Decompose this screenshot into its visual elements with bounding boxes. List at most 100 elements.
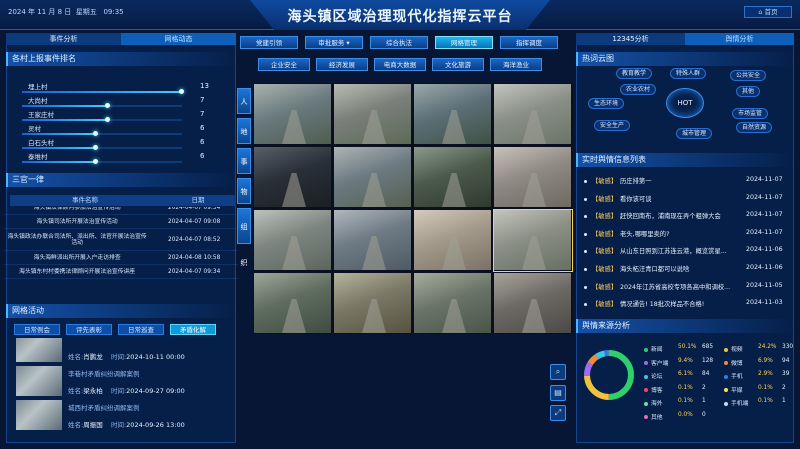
- table-row[interactable]: 海头海鲜派出所开展入户走访排查 2024-04-08 10:58: [4, 251, 238, 265]
- expand-icon[interactable]: ⤢: [550, 405, 566, 421]
- legend-item: 新闻 50.1% 685: [644, 344, 724, 353]
- hot-word-tag[interactable]: 自然资源: [736, 122, 773, 133]
- camera-feed[interactable]: [333, 272, 412, 334]
- side-tab[interactable]: 物: [237, 178, 251, 204]
- hot-word-tag[interactable]: 生态环境: [588, 98, 625, 109]
- ranking-value: 7: [200, 110, 205, 118]
- tab-event-analysis[interactable]: 事件分析: [6, 33, 121, 45]
- side-tab[interactable]: 组织: [237, 208, 251, 267]
- nav-label: 审批服务: [318, 39, 345, 47]
- camera-feed[interactable]: [253, 83, 332, 145]
- nav-button[interactable]: 综合执法: [370, 36, 428, 49]
- legend-name: 论坛: [651, 374, 663, 380]
- legend-dot: [724, 374, 728, 379]
- ranking-row[interactable]: 王家庄村 7: [6, 110, 236, 124]
- nav-label: 综合执法: [386, 39, 412, 47]
- nav-button[interactable]: 审批服务 ▾: [305, 36, 363, 49]
- road-shape: [282, 173, 306, 207]
- legend-pct: 50.1%: [678, 344, 697, 350]
- activity-filter-button[interactable]: 日常例会: [14, 324, 60, 335]
- camera-feed[interactable]: [413, 272, 492, 334]
- camera-feed[interactable]: [333, 209, 412, 271]
- camera-feed[interactable]: [493, 146, 572, 208]
- grid-activity-list[interactable]: 姓名:肖鹏龙 时间:2024-10-11 00:00 李巷村矛盾纠纷调解案例 姓名:…: [6, 338, 236, 438]
- hot-word-tag[interactable]: 特殊人群: [670, 68, 707, 79]
- news-item[interactable]: 【敏感】 历庄排第一 2024-11-07: [584, 176, 784, 188]
- event-date: 2024-04-08 10:58: [168, 254, 221, 261]
- camera-feed[interactable]: [253, 209, 332, 271]
- activity-filter-button[interactable]: 矛盾化解: [170, 324, 216, 335]
- road-shape: [362, 110, 386, 144]
- news-item[interactable]: 【敏感】 看你该可谈 2024-11-07: [584, 194, 784, 206]
- legend-name: 手机: [731, 374, 743, 380]
- ranking-row[interactable]: 泰堆村 6: [6, 152, 236, 166]
- tab-grid-dynamics[interactable]: 网格动态: [121, 33, 236, 45]
- nav-button[interactable]: 文化旅游: [432, 58, 484, 71]
- news-tag: 【敏感】: [592, 195, 618, 203]
- hot-word-tag[interactable]: 其他: [736, 86, 761, 97]
- tab-sentiment-analysis[interactable]: 舆情分析: [685, 33, 794, 45]
- camera-feed[interactable]: [493, 272, 572, 334]
- table-row[interactable]: 海头镇东村村委携法律顾问开展法治宣传讲座 2024-04-07 09:34: [4, 265, 238, 279]
- camera-feed[interactable]: [253, 272, 332, 334]
- side-tab[interactable]: 事: [237, 148, 251, 174]
- activity-title: 李巷村矛盾纠纷调解案例: [68, 370, 140, 378]
- road-shape: [442, 299, 466, 333]
- news-item[interactable]: 【敏感】 海头柘汪青口都可以说啥 2024-11-06: [584, 264, 784, 276]
- nav-button[interactable]: 网格管理: [435, 36, 493, 49]
- camera-feed[interactable]: [253, 146, 332, 208]
- camera-feed[interactable]: [413, 146, 492, 208]
- bullet-dot: [584, 197, 587, 201]
- nav-button[interactable]: 电商大数据: [374, 58, 426, 71]
- activity-filter-button[interactable]: 日常巡查: [118, 324, 164, 335]
- activity-filter-button[interactable]: 评先表彰: [66, 324, 112, 335]
- activity-item[interactable]: 城西村矛盾纠纷调解案例 姓名:周振国 时间:2024-09-26 13:00: [16, 400, 236, 430]
- hot-center: HOT: [666, 88, 704, 118]
- table-row[interactable]: 海头镇司法所开展法治宣传活动 2024-04-07 09:08: [4, 215, 238, 229]
- news-item[interactable]: 【敏感】 2024年江苏省高校专项各高中和调校... 2024-11-05: [584, 282, 784, 294]
- nav-button[interactable]: 海洋渔业: [490, 58, 542, 71]
- hot-word-tag[interactable]: 农业农村: [620, 84, 657, 95]
- news-item[interactable]: 【敏感】 赶快回南布，浦南现在弄个粗弹大会 2024-11-07: [584, 211, 784, 223]
- camera-feed[interactable]: [333, 146, 412, 208]
- camera-feed[interactable]: [413, 83, 492, 145]
- hot-word-tag[interactable]: 公共安全: [730, 70, 767, 81]
- road-shape: [522, 299, 546, 333]
- camera-feed[interactable]: [333, 83, 412, 145]
- news-item[interactable]: 【敏感】 从山东日照到江苏连云港，概览赏星... 2024-11-06: [584, 246, 784, 258]
- hot-word-tag[interactable]: 安全生产: [594, 120, 631, 131]
- activity-item[interactable]: 姓名:肖鹏龙 时间:2024-10-11 00:00: [16, 338, 236, 362]
- ranking-row[interactable]: 白石头村 6: [6, 138, 236, 152]
- ranking-row[interactable]: 大尚村 7: [6, 96, 236, 110]
- chart-icon[interactable]: ▤: [550, 385, 566, 401]
- event-name: 海头镇政法办联合司法所、派出所、法官开展法治宣传活动: [7, 233, 147, 246]
- tab-12345-analysis[interactable]: 12345分析: [576, 33, 685, 45]
- camera-feed[interactable]: [413, 209, 492, 271]
- ranking-bar-dot: [179, 89, 184, 94]
- nav-button[interactable]: 指挥调度: [500, 36, 558, 49]
- ranking-row[interactable]: 灵村 6: [6, 124, 236, 138]
- side-tab[interactable]: 地: [237, 118, 251, 144]
- side-tab[interactable]: 人: [237, 88, 251, 114]
- sanguan-table[interactable]: 海头镇法律顾问参加法治宣传活动 2024-04-07 09:34 海头镇司法所开展法…: [4, 207, 238, 295]
- news-item[interactable]: 【敏感】 老头,哪哪里卖的? 2024-11-07: [584, 229, 784, 241]
- left-tabs: 事件分析 网格动态: [6, 33, 236, 45]
- bullet-dot: [584, 303, 587, 307]
- search-icon[interactable]: ⌕: [550, 364, 566, 380]
- home-button[interactable]: ⌂ 首页: [744, 6, 792, 18]
- table-row[interactable]: 海头镇政法办联合司法所、派出所、法官开展法治宣传活动 2024-04-07 08:…: [4, 229, 238, 251]
- camera-feed[interactable]: [493, 83, 572, 145]
- nav-button[interactable]: 经济发展: [316, 58, 368, 71]
- table-row[interactable]: 海头镇法律顾问参加法治宣传活动 2024-04-07 09:34: [4, 207, 238, 215]
- nav-label: 指挥调度: [516, 39, 542, 47]
- nav-button[interactable]: 党建引领: [240, 36, 298, 49]
- hot-word-tag[interactable]: 教育教学: [616, 68, 653, 79]
- ranking-row[interactable]: 埋上村 13: [6, 82, 236, 96]
- ranking-bar-dot: [105, 103, 111, 108]
- hot-word-tag[interactable]: 城市管理: [676, 128, 713, 139]
- hot-word-tag[interactable]: 市场监管: [732, 108, 769, 119]
- nav-button[interactable]: 企业安全: [258, 58, 310, 71]
- news-item[interactable]: 【敏感】 情况通告! 18批次样品不合格! 2024-11-03: [584, 299, 784, 311]
- activity-item[interactable]: 李巷村矛盾纠纷调解案例 姓名:梁永柏 时间:2024-09-27 09:00: [16, 366, 236, 396]
